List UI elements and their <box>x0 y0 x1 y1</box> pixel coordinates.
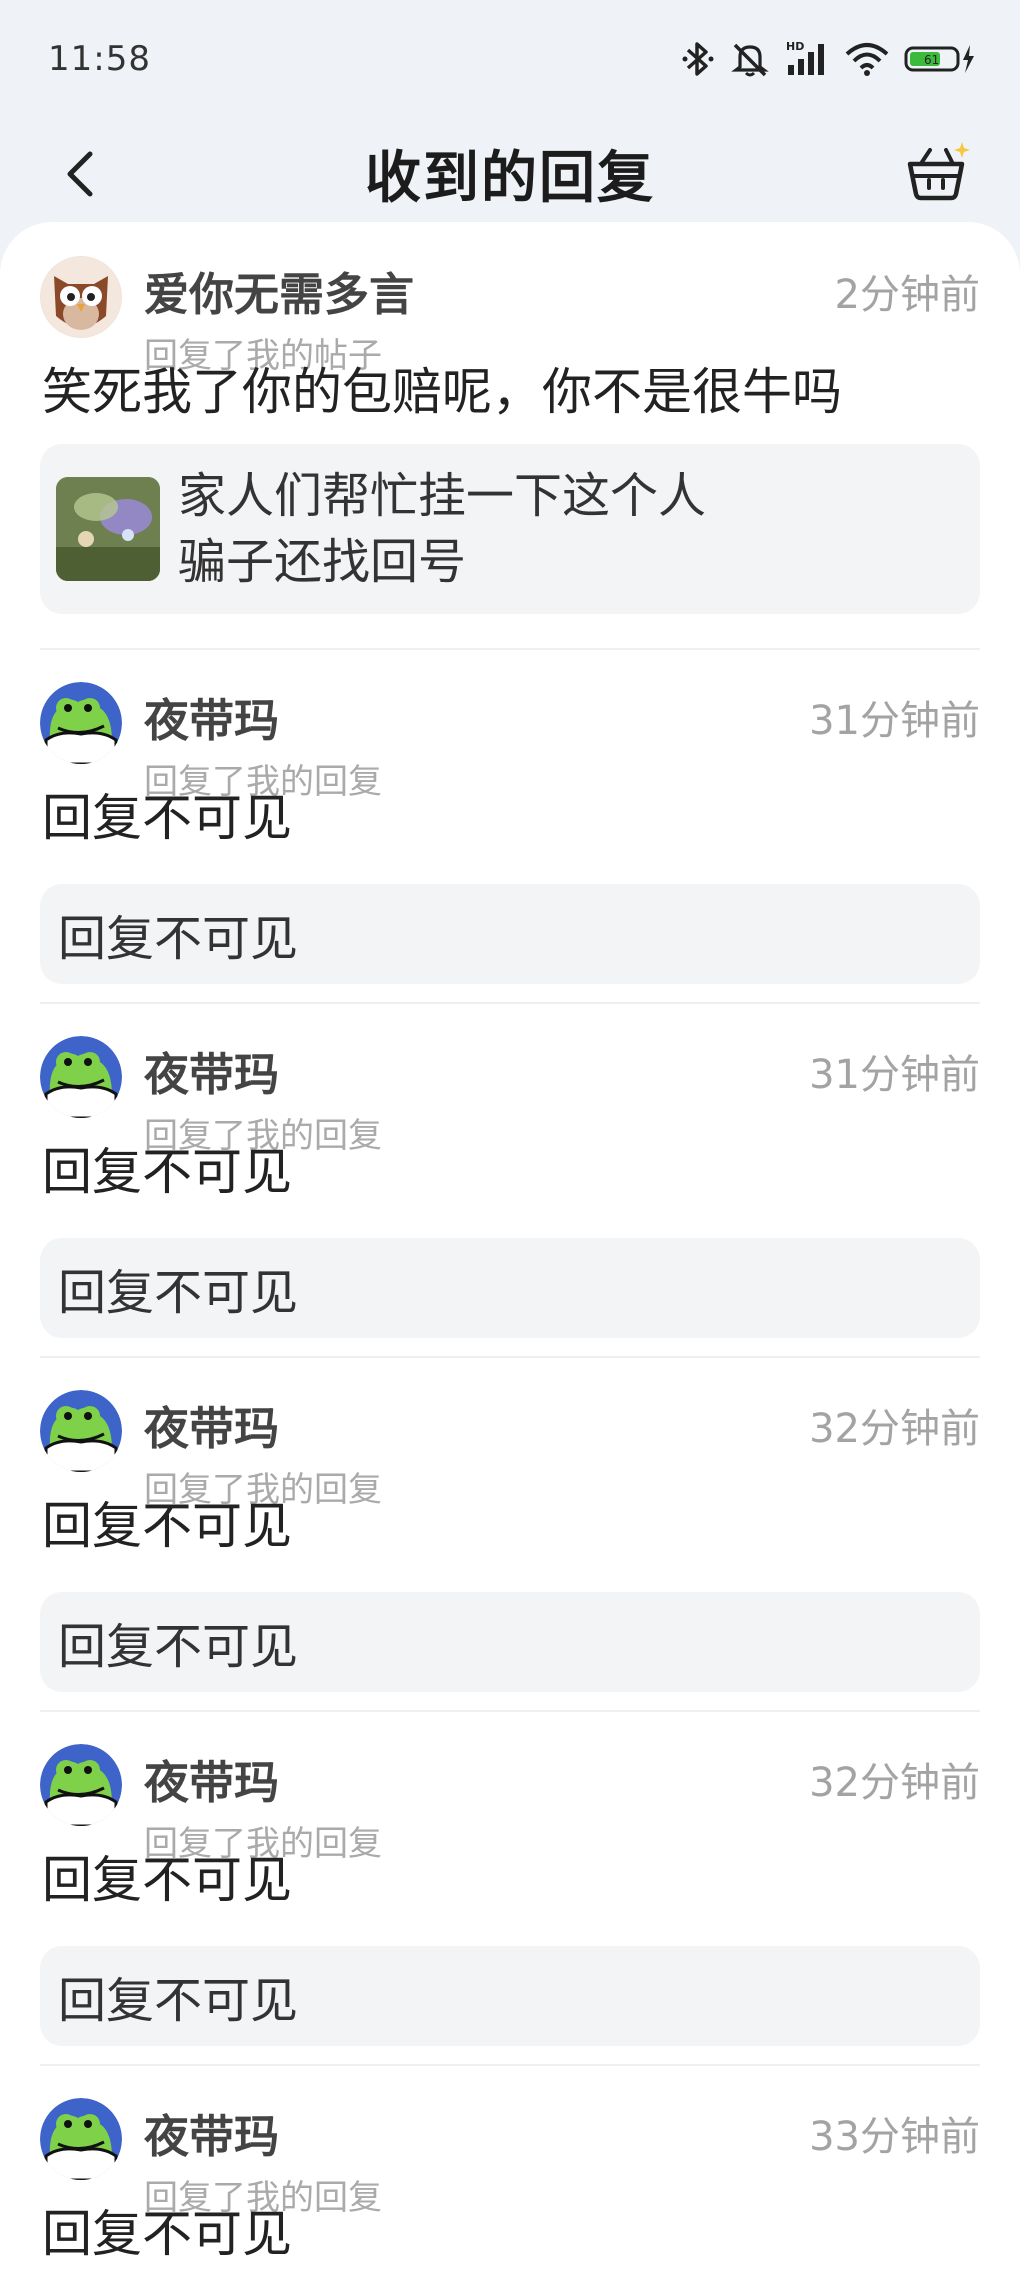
quoted-post[interactable]: 家人们帮忙挂一下这个人 骗子还找回号 <box>40 444 980 614</box>
frog-avatar[interactable] <box>40 2098 122 2180</box>
back-button[interactable] <box>52 146 108 202</box>
frog-avatar[interactable] <box>40 1036 122 1118</box>
post-thumbnail <box>56 477 160 581</box>
reply-author[interactable]: 夜带玛 <box>144 684 279 749</box>
reply-item[interactable]: 夜带玛 31分钟前 回复了我的回复 回复不可见 回复不可见 <box>40 1002 980 1356</box>
frog-icon <box>40 1744 122 1826</box>
battery-icon: 61 <box>904 45 974 73</box>
signal-icon: HD <box>786 40 824 75</box>
reply-item[interactable]: 爱你无需多言 2分钟前 回复了我的帖子 笑死我了你的包赔呢，你不是很牛吗 家人们… <box>40 222 980 652</box>
reply-author[interactable]: 夜带玛 <box>144 1038 279 1103</box>
quoted-reply[interactable]: 回复不可见 <box>40 884 980 984</box>
reply-content: 笑死我了你的包赔呢，你不是很牛吗 <box>42 363 842 421</box>
reply-time: 33分钟前 <box>809 2114 980 2160</box>
quoted-post-line: 家人们帮忙挂一下这个人 <box>178 468 707 524</box>
reply-content: 回复不可见 <box>42 1143 292 1201</box>
owl-icon <box>41 257 121 337</box>
reply-item[interactable]: 夜带玛 33分钟前 回复了我的回复 回复不可见 <box>40 2064 980 2270</box>
quoted-reply[interactable]: 回复不可见 <box>40 1238 980 1338</box>
wifi-icon <box>845 43 889 76</box>
reply-author[interactable]: 爱你无需多言 <box>144 258 414 323</box>
reply-author[interactable]: 夜带玛 <box>144 1746 279 1811</box>
page-title: 收到的回复 <box>365 145 655 211</box>
frog-icon <box>40 1390 122 1472</box>
basket-icon <box>907 142 970 201</box>
status-icons: HD 61 <box>680 39 976 79</box>
svg-text:HD: HD <box>786 40 804 53</box>
frog-icon <box>40 2098 122 2180</box>
reply-content: 回复不可见 <box>42 1497 292 1555</box>
quoted-reply[interactable]: 回复不可见 <box>40 1946 980 2046</box>
reply-content: 回复不可见 <box>42 2205 292 2263</box>
owl-avatar[interactable] <box>40 256 122 338</box>
reply-time: 31分钟前 <box>809 698 980 744</box>
reply-time: 32分钟前 <box>809 1406 980 1452</box>
status-time: 11:58 <box>48 39 151 79</box>
bluetooth-icon <box>682 42 714 76</box>
chevron-left-icon <box>67 151 93 197</box>
reply-item[interactable]: 夜带玛 32分钟前 回复了我的回复 回复不可见 回复不可见 <box>40 1710 980 2064</box>
reply-content: 回复不可见 <box>42 1851 292 1909</box>
frog-icon <box>40 682 122 764</box>
reply-author[interactable]: 夜带玛 <box>144 1392 279 1457</box>
silent-bell-icon <box>731 43 769 77</box>
quoted-post-line: 骗子还找回号 <box>178 534 467 590</box>
reply-author[interactable]: 夜带玛 <box>144 2100 279 2165</box>
reply-item[interactable]: 夜带玛 32分钟前 回复了我的回复 回复不可见 回复不可见 <box>40 1356 980 1710</box>
svg-text:61: 61 <box>924 53 939 67</box>
frog-avatar[interactable] <box>40 682 122 764</box>
frog-icon <box>40 1036 122 1118</box>
basket-button[interactable] <box>902 140 972 206</box>
reply-item[interactable]: 夜带玛 31分钟前 回复了我的回复 回复不可见 回复不可见 <box>40 648 980 1002</box>
frog-avatar[interactable] <box>40 1390 122 1472</box>
frog-avatar[interactable] <box>40 1744 122 1826</box>
quoted-reply[interactable]: 回复不可见 <box>40 1592 980 1692</box>
header: 收到的回复 <box>0 118 1020 228</box>
reply-list: 爱你无需多言 2分钟前 回复了我的帖子 笑死我了你的包赔呢，你不是很牛吗 家人们… <box>0 222 1020 2270</box>
reply-content: 回复不可见 <box>42 789 292 847</box>
reply-time: 32分钟前 <box>809 1760 980 1806</box>
reply-time: 31分钟前 <box>809 1052 980 1098</box>
status-bar: 11:58 HD 61 <box>0 0 1020 118</box>
reply-time: 2分钟前 <box>834 272 980 318</box>
